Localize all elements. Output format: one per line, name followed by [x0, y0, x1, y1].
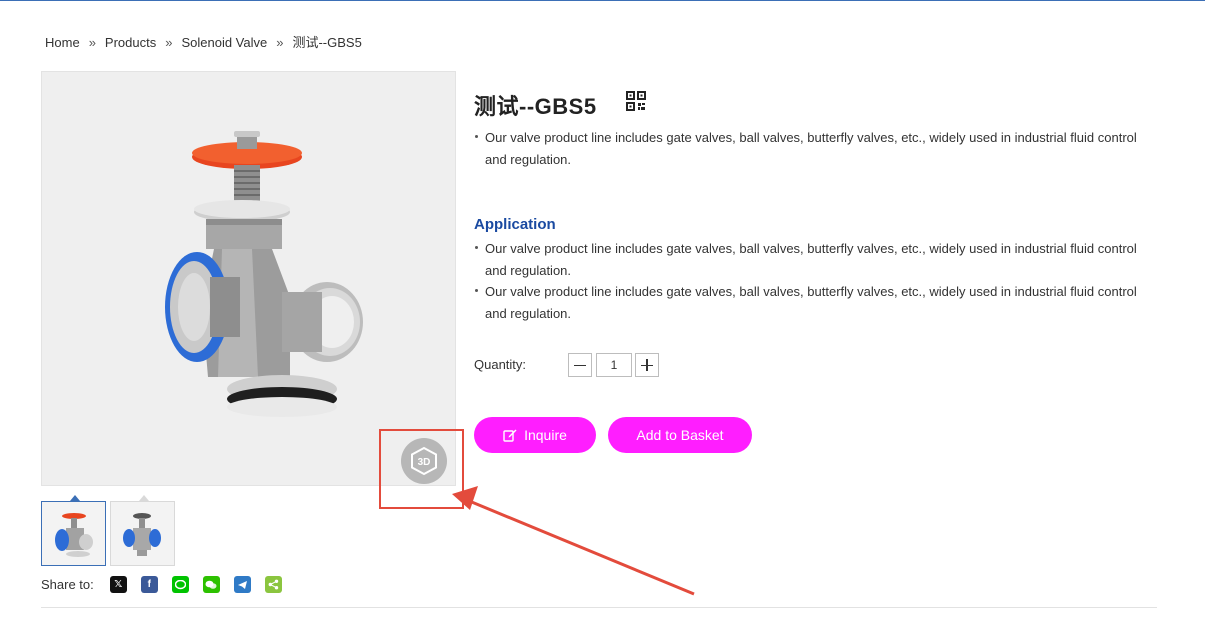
inquire-label: Inquire: [524, 427, 567, 443]
application-item: Our valve product line includes gate val…: [474, 238, 1154, 281]
wechat-icon[interactable]: [202, 576, 220, 593]
product-description: Our valve product line includes gate val…: [474, 127, 1154, 170]
breadcrumb-current: 测试--GBS5: [292, 35, 362, 50]
product-title: 测试--GBS5: [474, 94, 597, 119]
application-heading: Application: [474, 216, 556, 233]
application-list: Our valve product line includes gate val…: [474, 238, 1154, 324]
product-main-image[interactable]: [41, 71, 456, 486]
line-icon[interactable]: [171, 576, 189, 593]
inquire-button[interactable]: Inquire: [474, 417, 596, 453]
breadcrumb-home-link[interactable]: Home: [45, 35, 80, 50]
telegram-icon[interactable]: [233, 576, 251, 593]
breadcrumb: Home » Products » Solenoid Valve » 测试--GBS5: [45, 32, 362, 51]
breadcrumb-products-link[interactable]: Products: [105, 35, 156, 50]
share-label: Share to:: [41, 577, 94, 592]
edit-icon: [503, 429, 517, 442]
top-border-line: [0, 0, 1205, 1]
x-icon[interactable]: 𝕏: [109, 576, 127, 593]
add-to-basket-label: Add to Basket: [636, 427, 724, 443]
quantity-input[interactable]: [596, 353, 632, 377]
description-item: Our valve product line includes gate val…: [474, 127, 1154, 170]
breadcrumb-separator: »: [276, 35, 284, 50]
thumbnail-valve-image: [55, 513, 93, 557]
valve-image: [165, 131, 363, 417]
thumbnail-2[interactable]: [110, 495, 175, 566]
quantity-label: Quantity:: [474, 357, 527, 372]
share-icon[interactable]: [264, 576, 282, 593]
thumbnail-valve-image: [123, 513, 161, 556]
application-item: Our valve product line includes gate val…: [474, 281, 1154, 324]
qr-code-icon[interactable]: [626, 91, 646, 111]
breadcrumb-separator: »: [88, 35, 96, 50]
thumb-indicator: [139, 495, 149, 501]
add-to-basket-button[interactable]: Add to Basket: [608, 417, 752, 453]
active-thumb-indicator: [70, 495, 80, 501]
breadcrumb-separator: »: [165, 35, 173, 50]
breadcrumb-solenoid-valve-link[interactable]: Solenoid Valve: [181, 35, 267, 50]
thumbnail-1[interactable]: [41, 495, 106, 566]
annotation-arrow: [452, 486, 695, 596]
quantity-decrement-button[interactable]: [568, 353, 592, 377]
facebook-icon[interactable]: f: [140, 576, 158, 593]
quantity-increment-button[interactable]: [635, 353, 659, 377]
share-bar: Share to: 𝕏 f: [41, 576, 282, 593]
bottom-divider: [41, 607, 1157, 608]
